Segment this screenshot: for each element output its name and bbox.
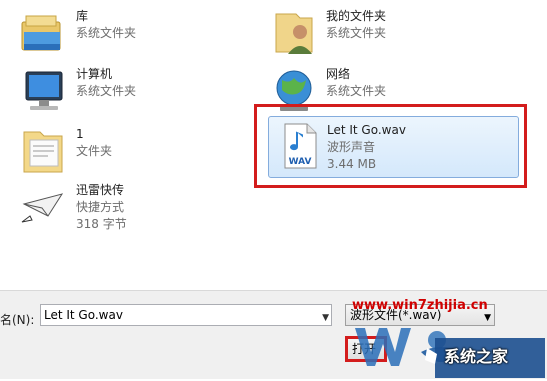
xunlei-shortcut-item[interactable]: 迅雷快传 快捷方式 318 字节 (18, 182, 218, 234)
highlight-box (254, 104, 527, 188)
network-name: 网络 (326, 67, 351, 81)
my-documents-name: 我的文件夹 (326, 9, 387, 23)
my-documents-type: 系统文件夹 (326, 26, 387, 40)
folder-1-item[interactable]: 1 文件夹 (18, 126, 218, 178)
library-icon (18, 8, 70, 60)
computer-type: 系统文件夹 (76, 84, 137, 98)
paper-plane-icon (18, 182, 70, 234)
user-folder-icon (268, 8, 320, 60)
folder-1-type: 文件夹 (76, 144, 113, 158)
computer-name: 计算机 (76, 67, 113, 81)
computer-icon (18, 66, 70, 118)
filename-input[interactable]: Let It Go.wav ▼ (40, 304, 332, 326)
library-type: 系统文件夹 (76, 26, 137, 40)
library-item[interactable]: 库 系统文件夹 (18, 8, 218, 60)
filename-label: 名(N): (0, 313, 35, 327)
watermark-text: 系统之家 (444, 347, 509, 366)
filename-value: Let It Go.wav (44, 308, 123, 322)
xunlei-size: 318 字节 (76, 217, 127, 231)
folder-1-name: 1 (76, 127, 84, 141)
my-documents-item[interactable]: 我的文件夹 系统文件夹 (268, 8, 468, 60)
network-type: 系统文件夹 (326, 84, 387, 98)
xunlei-name: 迅雷快传 (76, 183, 125, 197)
xunlei-type: 快捷方式 (76, 200, 125, 214)
chevron-down-icon[interactable]: ▼ (322, 308, 329, 328)
library-name: 库 (76, 9, 89, 23)
computer-item[interactable]: 计算机 系统文件夹 (18, 66, 218, 118)
watermark-url: www.win7zhijia.cn (352, 298, 488, 313)
file-list-view: 库 系统文件夹 我的文件夹 系统文件夹 计算机 系统文件夹 网络 系统文件夹 1… (0, 0, 547, 290)
folder-icon (18, 126, 70, 178)
